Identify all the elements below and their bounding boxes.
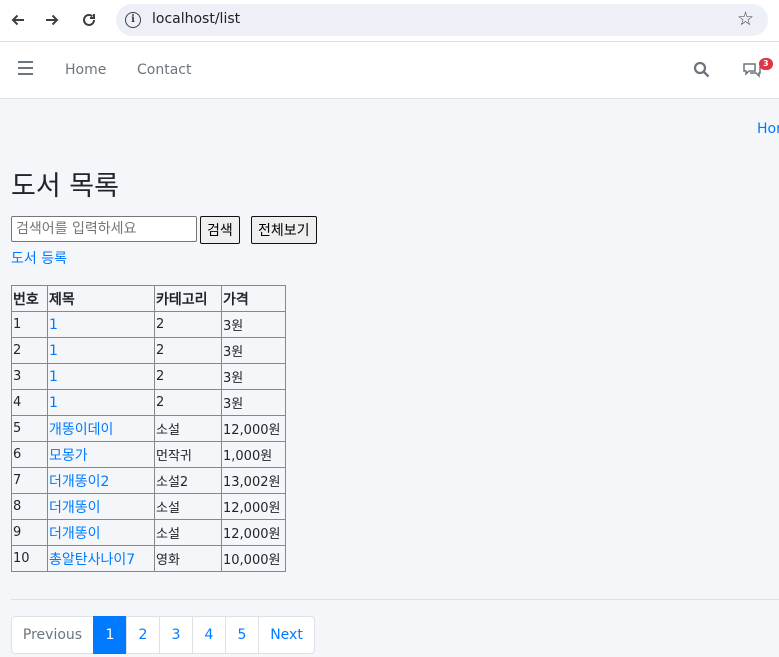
search-button[interactable]: 검색 — [200, 216, 240, 244]
row-price: 13,002원 — [221, 467, 286, 494]
bookmark-star-icon[interactable]: ☆ — [737, 8, 754, 30]
forward-arrow-icon[interactable] — [40, 8, 64, 32]
row-number: 2 — [11, 337, 48, 364]
row-number: 7 — [11, 467, 48, 494]
row-number: 9 — [11, 519, 48, 546]
page-button-4[interactable]: 4 — [192, 616, 226, 654]
row-number: 3 — [11, 363, 48, 390]
row-price: 12,000원 — [221, 493, 286, 520]
row-category: 먼작귀 — [154, 441, 222, 468]
back-arrow-icon[interactable] — [6, 8, 30, 32]
notification-badge: 3 — [759, 58, 773, 70]
pagination: Previous 1 2 3 4 5 Next — [11, 616, 315, 654]
book-title-link[interactable]: 모몽가 — [47, 441, 155, 468]
book-title-link[interactable]: 1 — [47, 363, 155, 390]
row-category: 2 — [154, 311, 222, 338]
table-row: 9 더개똥이 소설 12,000원 — [11, 519, 286, 546]
url-text[interactable]: localhost/list — [152, 11, 240, 27]
row-price: 3원 — [221, 337, 286, 364]
page-button-5[interactable]: 5 — [225, 616, 259, 654]
info-icon[interactable]: i — [125, 12, 141, 28]
book-title-link[interactable]: 더개똥이2 — [47, 467, 155, 494]
row-category: 영화 — [154, 545, 222, 572]
search-icon[interactable] — [693, 61, 710, 78]
browser-toolbar: i localhost/list ☆ — [0, 0, 779, 42]
row-price: 3원 — [221, 363, 286, 390]
row-number: 10 — [11, 545, 48, 572]
column-header-title: 제목 — [47, 285, 155, 312]
row-category: 소설 — [154, 415, 222, 442]
row-number: 8 — [11, 493, 48, 520]
book-title-link[interactable]: 1 — [47, 389, 155, 416]
table-row: 8 더개똥이 소설 12,000원 — [11, 493, 286, 520]
column-header-no: 번호 — [11, 285, 48, 312]
row-number: 5 — [11, 415, 48, 442]
row-category: 소설 — [154, 493, 222, 520]
row-number: 6 — [11, 441, 48, 468]
breadcrumb-home[interactable]: Hom — [757, 121, 779, 137]
nav-link-contact[interactable]: Contact — [137, 62, 191, 78]
table-row: 6 모몽가 먼작귀 1,000원 — [11, 441, 286, 468]
table-row: 10 총알탄사나이7 영화 10,000원 — [11, 545, 286, 572]
row-category: 소설2 — [154, 467, 222, 494]
address-bar[interactable]: i localhost/list ☆ — [116, 4, 768, 36]
book-title-link[interactable]: 개똥이데이 — [47, 415, 155, 442]
book-title-link[interactable]: 1 — [47, 337, 155, 364]
column-header-price: 가격 — [221, 285, 286, 312]
show-all-button[interactable]: 전체보기 — [251, 216, 317, 244]
reload-icon[interactable] — [77, 8, 101, 32]
table-row: 2 1 2 3원 — [11, 337, 286, 364]
row-price: 12,000원 — [221, 415, 286, 442]
main-navbar: Home Contact 3 — [0, 42, 779, 99]
page-title: 도서 목록 — [11, 171, 119, 202]
row-price: 10,000원 — [221, 545, 286, 572]
divider — [11, 599, 779, 600]
book-title-link[interactable]: 더개똥이 — [47, 519, 155, 546]
row-price: 3원 — [221, 389, 286, 416]
hamburger-menu-icon[interactable] — [18, 61, 33, 76]
table-row: 3 1 2 3원 — [11, 363, 286, 390]
row-category: 소설 — [154, 519, 222, 546]
table-row: 1 1 2 3원 — [11, 311, 286, 338]
row-category: 2 — [154, 337, 222, 364]
table-row: 4 1 2 3원 — [11, 389, 286, 416]
row-number: 4 — [11, 389, 48, 416]
book-title-link[interactable]: 더개똥이 — [47, 493, 155, 520]
register-book-link[interactable]: 도서 등록 — [11, 248, 67, 268]
row-price: 1,000원 — [221, 441, 286, 468]
row-category: 2 — [154, 389, 222, 416]
column-header-category: 카테고리 — [154, 285, 222, 312]
row-number: 1 — [11, 311, 48, 338]
row-price: 3원 — [221, 311, 286, 338]
row-category: 2 — [154, 363, 222, 390]
book-title-link[interactable]: 1 — [47, 311, 155, 338]
search-input[interactable] — [11, 216, 197, 242]
nav-link-home[interactable]: Home — [65, 62, 106, 78]
previous-page-button[interactable]: Previous — [11, 616, 94, 654]
row-price: 12,000원 — [221, 519, 286, 546]
next-page-button[interactable]: Next — [258, 616, 315, 654]
page-button-1[interactable]: 1 — [93, 616, 127, 654]
book-title-link[interactable]: 총알탄사나이7 — [47, 545, 155, 572]
page-button-2[interactable]: 2 — [126, 616, 160, 654]
table-row: 7 더개똥이2 소설2 13,002원 — [11, 467, 286, 494]
book-table: 번호 제목 카테고리 가격 1 1 2 3원 2 1 2 3원 3 1 2 3원 4 1 2 3원 5 개똥이데이… — [11, 285, 286, 572]
page-button-3[interactable]: 3 — [159, 616, 193, 654]
table-row: 5 개똥이데이 소설 12,000원 — [11, 415, 286, 442]
table-header-row: 번호 제목 카테고리 가격 — [11, 285, 286, 312]
